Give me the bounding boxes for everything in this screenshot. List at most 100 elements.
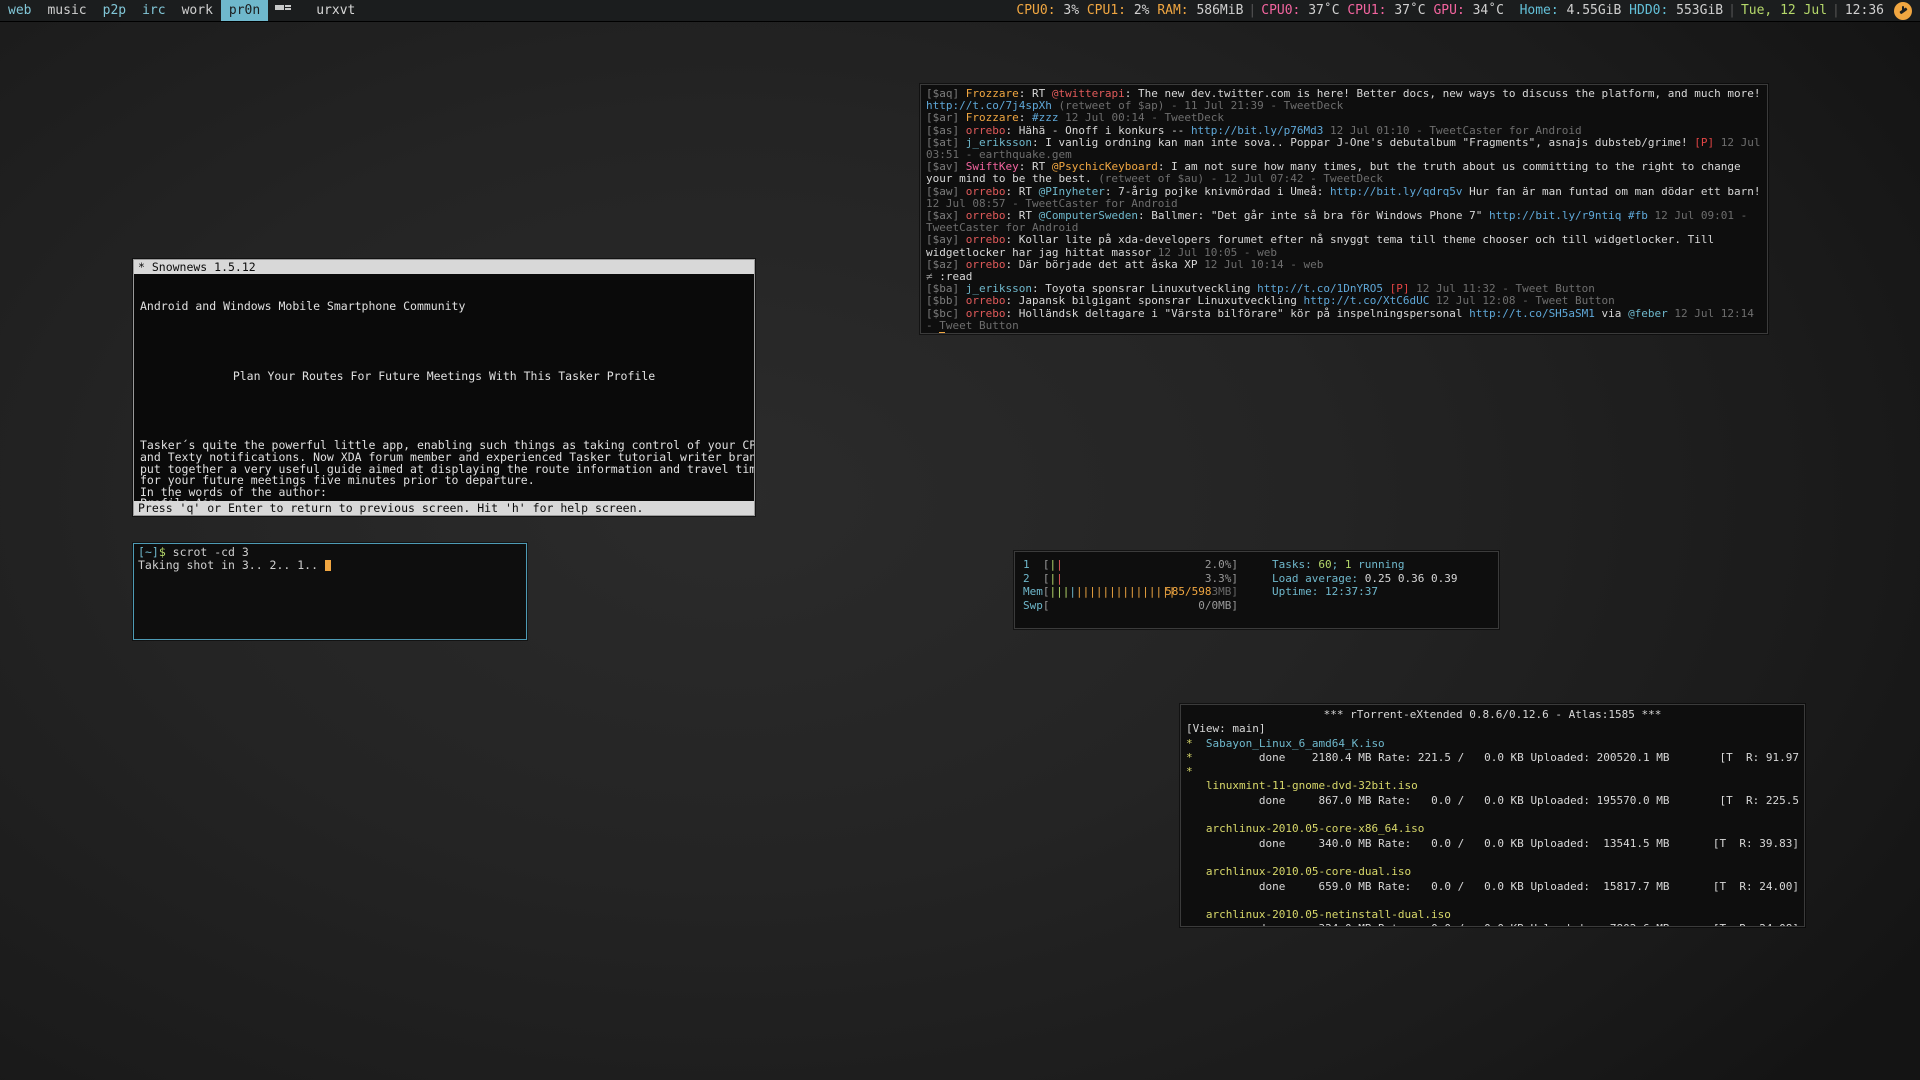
status-separator-2: | [1728,3,1736,18]
irssi-msg-tag: [$aw] [926,184,960,198]
ram-value: 586MiB [1188,3,1244,18]
irssi-nick: orrebo [965,233,1006,247]
rtorrent-torrent-name[interactable]: archlinux-2010.05-core-dual.iso [1206,865,1411,878]
prompt-bracket-left: [ [138,545,145,559]
irssi-text-part: : Japansk bilgigant sponsrar Linuxutveck… [1005,294,1304,308]
irssi-link[interactable]: http://t.co/1DnYRO5 [1257,282,1383,295]
scrot-output: Taking shot in 3.. 2.. 1.. [138,558,325,572]
htop-cpu1-meter-bars: [|| [1042,571,1063,585]
irssi-message-line: [$av] SwiftKey: RT @PsychicKeyboard: I a… [926,160,1762,186]
rtorrent-torrent-flags: [T R: 91.97 [1719,750,1799,764]
rtorrent-torrent-name[interactable]: linuxmint-11-gnome-dvd-32bit.iso [1206,779,1418,792]
prompt-bracket-right: ] [151,545,159,559]
irssi-text-part: : The new dev.twitter.com is here! Bette… [1124,87,1768,100]
snownews-body-line: In the words of the author: [140,484,327,499]
status-separator-3: | [1832,3,1840,18]
scrot-terminal-window[interactable]: [~]$ scrot -cd 3 Taking shot in 3.. 2.. … [133,543,527,640]
tag-work[interactable]: work [174,0,221,21]
irssi-link[interactable]: http://t.co/SH5aSM1 [1469,307,1595,320]
irssi-msg-tag: ≠ [926,270,933,284]
htop-cpu0-meter-label: 1 [1023,558,1030,571]
rtorrent-torrent-name[interactable]: archlinux-2010.05-core-x86_64.iso [1206,822,1425,835]
irssi-link[interactable]: http://bit.ly/qdrq5v [1330,185,1462,198]
rtorrent-torrent-name[interactable]: archlinux-2010.05-netinstall-dual.iso [1206,908,1451,921]
irssi-text-part: 12 Jul 08:57 - TweetCaster for Android [926,196,1178,210]
irssi-link[interactable]: #zzz [1032,111,1059,124]
htop-tasks-sep: ; [1331,558,1345,571]
irssi-nick: j_eriksson [965,282,1032,296]
rtorrent-torrent-name-row[interactable]: archlinux-2010.05-core-x86_64.iso [1186,822,1799,836]
rtorrent-rate-down: 0.0 / [1417,793,1465,807]
irssi-text-part: : [1018,111,1032,125]
htop-uptime-line: Uptime: 12:37:37 [1272,585,1457,599]
irssi-text-part: : RT [1005,209,1039,223]
rtorrent-rate-down: 0.0 / [1417,836,1465,850]
irssi-link[interactable]: http://t.co/7j4spXh [926,99,1052,112]
irssi-link[interactable]: http://t.co/XtC6dUC [1304,294,1430,307]
irssi-text-part: 12 Jul 11:32 - Tweet Button [1409,282,1595,296]
rtorrent-torrent-name-row[interactable]: archlinux-2010.05-netinstall-dual.iso [1186,908,1799,922]
irssi-message-line: [$ay] orrebo: Kollar lite på xda-develop… [926,233,1762,259]
irssi-link[interactable]: http://bit.ly/p76Md3 [1191,124,1323,137]
tag-pr0n[interactable]: pr0n [220,0,269,21]
tag-web[interactable]: web [0,0,39,21]
rtorrent-window[interactable]: *** rTorrent-eXtended 0.8.6/0.12.6 - Atl… [1180,704,1805,927]
rtorrent-torrent-name[interactable]: Sabayon_Linux_6_amd64_K.iso [1206,737,1385,750]
cpu1-label: CPU1: [1086,3,1126,18]
irssi-message-line: [$aq] Frozzare: RT @twitterapi: The new … [926,87,1762,112]
irssi-nick: j_eriksson [965,135,1032,149]
rtorrent-uploaded-value: 7802.6 MB [1597,922,1670,926]
rtorrent-torrent-status: done [1258,750,1286,764]
focused-window-title: urxvt [316,3,356,18]
htop-swp-meter-bars: [ [1042,598,1050,612]
rtorrent-uploaded-label: Uploaded: [1530,750,1597,764]
irssi-input-line[interactable]: ≠ [926,331,1762,333]
irssi-message-line: [$at] j_eriksson: I vanlig ordning kan m… [926,135,1762,161]
rtorrent-uploaded-value: 200520.1 MB [1596,750,1670,764]
tile-layout-icon[interactable] [268,0,298,21]
irssi-nick: orrebo [965,294,1006,308]
snownews-titlebar: * Snownews 1.5.12 [134,260,754,274]
rtorrent-row-mark [1186,880,1193,893]
irssi-nick: orrebo [965,306,1006,320]
rtorrent-torrent-size: 659.0 MB [1311,879,1372,893]
irssi-msg-tag: [$bb] [926,294,960,308]
scrot-terminal-content[interactable]: [~]$ scrot -cd 3 Taking shot in 3.. 2.. … [134,544,526,574]
irssi-twitter-window[interactable]: [$aq] Frozzare: RT @twitterapi: The new … [920,84,1768,334]
irssi-text-part: 12 Jul 00:14 - TweetDeck [1058,111,1225,125]
rtorrent-torrent-name-row[interactable]: linuxmint-11-gnome-dvd-32bit.iso [1186,779,1799,793]
cpu0-label: CPU0: [1016,3,1056,18]
clock-icon[interactable] [1894,1,1912,20]
irssi-link[interactable]: http://bit.ly/r9ntiq [1489,209,1621,222]
ram-label: RAM: [1157,3,1189,18]
rtorrent-torrent-name-row[interactable]: archlinux-2010.05-core-dual.iso [1186,865,1799,879]
irssi-msg-tag: [$ay] [926,233,960,247]
tag-p2p[interactable]: p2p [95,0,134,21]
htop-swp-meter-value: 0/0MB] [1198,598,1238,612]
rtorrent-torrent-name-row[interactable]: * Sabayon_Linux_6_amd64_K.iso [1186,737,1799,751]
snownews-window[interactable]: * Snownews 1.5.12 Android and Windows Mo… [133,259,755,516]
htop-tasks-label: Tasks: [1272,558,1319,571]
irssi-msg-tag: [$bc] [926,306,960,320]
rtorrent-row-spacer [1186,894,1799,908]
rtorrent-torrent-size: 340.0 MB [1311,836,1372,850]
rtorrent-rate-up: 0.0 KB [1464,836,1524,850]
irssi-text-part: : RT [1018,87,1052,100]
tag-irc[interactable]: irc [134,0,173,21]
irssi-text-part: [P] [1694,135,1715,149]
rtorrent-torrent-size: 867.0 MB [1311,793,1372,807]
irssi-message-line: [$aw] orrebo: RT @PInyheter: 7-årig pojk… [926,184,1762,210]
htop-window[interactable]: 1 [|| 2.0%] 2 [|| 3.3%] Mem[||||||||||||||||… [1014,551,1499,629]
irssi-text-part: @PsychicKeyboard [1051,160,1158,174]
temp-gpu-value: 34˚C [1464,3,1504,18]
rtorrent-torrent-stats-row: * done 2180.4 MB Rate: 221.5 / 0.0 KB Up… [1186,751,1799,765]
htop-swp-meter: Swp[0/0MB] [1023,599,1238,613]
irssi-nick: orrebo [965,209,1006,223]
irssi-text-part: : Ballmer: "Det går inte så bra för Wind… [1137,209,1489,223]
tag-music[interactable]: music [39,0,94,21]
htop-mem-meter-unit: 3MB] [1211,585,1239,598]
irssi-text-part: [P] [1389,282,1410,296]
htop-load-line: Load average: 0.25 0.36 0.39 [1272,572,1457,586]
irssi-nick: Frozzare [965,87,1019,100]
rtorrent-selection-mark: * [1186,736,1193,750]
